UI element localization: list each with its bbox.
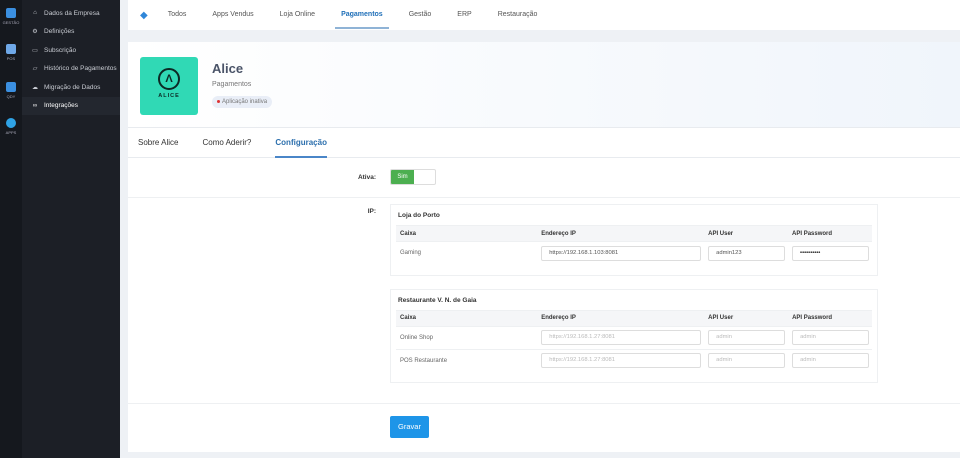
top-nav-tab[interactable]: Restauração [498,0,538,30]
column-header: API User [704,225,789,242]
sidebar: ⌂ Dados da Empresa ⚙ Definições ▭ Subscrição ▱… [22,0,120,458]
top-nav-tab[interactable]: ERP [457,0,471,30]
table-row: POS Restaurante https://192.168.1.27:8081… [396,349,872,372]
top-nav-tab[interactable]: Todos [168,0,187,30]
tab-configuracao[interactable]: Configuração [275,128,327,158]
sidebar-item-icon: ⌂ [33,10,37,17]
sidebar-item-icon: ∞ [32,102,38,109]
app-rail: GESTÃO POS QDY APPS [0,0,22,458]
active-row: Ativa: Sim [128,158,960,198]
sidebar-item[interactable]: ▱ Histórico de Pagamentos [22,60,120,79]
sidebar-item-icon: ▭ [32,47,38,54]
app-name: Alice [212,61,244,76]
sidebar-item-icon: ⚙ [32,29,38,36]
api-user-input[interactable]: admin123 [708,245,786,261]
top-nav: ◆ Todos Apps Vendus Loja Online Pagamentos G… [128,0,960,30]
grid-icon [6,8,16,18]
column-header: API Password [788,225,872,242]
detail-tabs: Sobre Alice Como Aderir? Configuração [128,128,960,158]
top-nav-tab[interactable]: Loja Online [280,0,315,30]
store-name: Restaurante V. N. de Gaia [398,296,477,304]
tab-como-aderir[interactable]: Como Aderir? [202,128,251,158]
save-button[interactable]: Gravar [390,416,429,438]
cash-register-table: Caixa Endereço IP API User API Password Gami… [396,225,872,265]
column-header: Endereço IP [537,225,705,242]
ip-row: IP: Loja do Porto Caixa Endereço IP API Use… [128,198,960,404]
app-logo: Λ ALICE [140,57,198,115]
cash-register-table: Caixa Endereço IP API User API Password Onli… [396,309,872,373]
top-nav-tab[interactable]: Pagamentos [335,0,389,30]
app-detail-card: Λ ALICE Alice Pagamentos Aplicação inativ… [128,42,960,452]
sidebar-item[interactable]: ⌂ Dados da Empresa [22,4,120,23]
table-row: Online Shop https://192.168.1.27:8081 admi… [396,326,872,350]
sidebar-item[interactable]: ☁ Migração de Dados [22,78,120,97]
api-password-input[interactable]: •••••••••• [792,245,870,261]
ip-input[interactable]: https://192.168.1.103:8081 [541,245,702,261]
rail-item-apps[interactable]: APPS [0,118,22,135]
status-dot-icon [217,99,220,103]
api-user-input[interactable]: admin [708,330,786,345]
status-badge: Aplicação inativa [212,96,273,108]
ip-input[interactable]: https://192.168.1.27:8081 [541,330,702,345]
app-header: Λ ALICE Alice Pagamentos Aplicação inativ… [128,42,960,128]
column-header: Endereço IP [537,309,705,327]
api-user-input[interactable]: admin [708,353,786,369]
ip-label: IP: [367,208,376,215]
rail-item-gestao[interactable]: GESTÃO [0,8,22,25]
tab-sobre[interactable]: Sobre Alice [138,128,178,158]
store-name: Loja do Porto [398,212,440,219]
sidebar-item[interactable]: ⚙ Definições [22,23,120,42]
layers-icon [6,118,16,128]
ip-input[interactable]: https://192.168.1.27:8081 [541,353,702,369]
sidebar-item-icon: ▱ [32,66,38,73]
column-header: API User [704,309,789,327]
api-password-input[interactable]: admin [792,353,870,369]
column-header: Caixa [396,309,538,327]
store-group: Loja do Porto Caixa Endereço IP API User API… [390,204,878,276]
top-nav-tab[interactable]: Gestão [409,0,432,30]
column-header: API Password [788,309,872,327]
monitor-icon [6,44,16,54]
alice-logo-icon: Λ [158,68,180,90]
column-header: Caixa [396,225,538,242]
sidebar-item-icon: ☁ [32,84,38,91]
app-category: Pagamentos [212,81,252,88]
api-password-input[interactable]: admin [792,330,870,345]
sidebar-item[interactable]: ∞ Integrações [22,96,120,115]
tablet-icon [6,82,16,92]
top-nav-tab[interactable]: Apps Vendus [212,0,253,30]
store-group: Restaurante V. N. de Gaia Caixa Endereço I… [390,288,878,383]
active-label: Ativa: [357,174,376,181]
rail-item-pos[interactable]: POS [0,44,22,61]
table-row: Gaming https://192.168.1.103:8081 admin123… [396,242,872,265]
layers-icon: ◆ [140,9,148,21]
active-toggle[interactable]: Sim [390,169,436,185]
rail-item-qdy[interactable]: QDY [0,82,22,99]
sidebar-item[interactable]: ▭ Subscrição [22,41,120,60]
